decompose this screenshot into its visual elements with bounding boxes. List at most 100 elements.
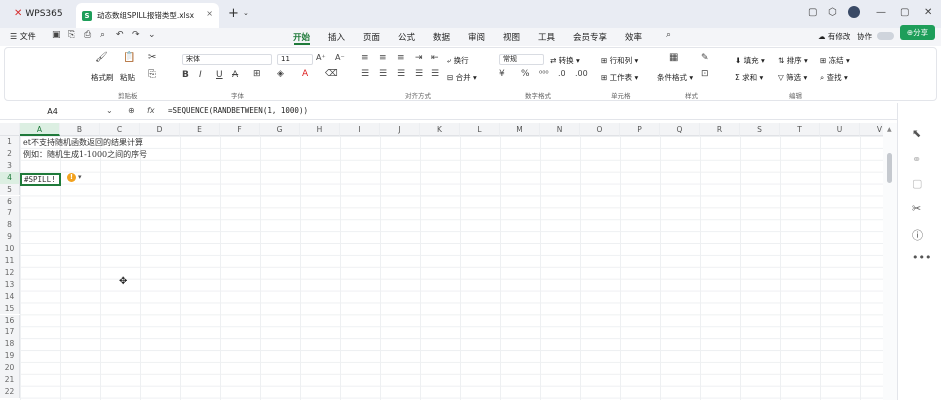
column-header-j[interactable]: J — [380, 123, 420, 136]
italic-icon[interactable]: I — [199, 70, 202, 80]
shapes-icon[interactable]: ⚭ — [912, 153, 921, 166]
font-size-select[interactable]: 11 — [277, 54, 313, 65]
row-header-9[interactable]: 9 — [0, 231, 20, 244]
align-bottom-icon[interactable]: ≡ — [397, 53, 405, 63]
align-middle-icon[interactable]: ≡ — [379, 53, 387, 63]
skin-icon[interactable]: ⬡ — [828, 7, 837, 18]
row-header-12[interactable]: 12 — [0, 266, 20, 279]
filter-button[interactable]: ▽ 筛选 ▾ — [778, 72, 807, 83]
column-header-q[interactable]: Q — [660, 123, 700, 136]
row-header-13[interactable]: 13 — [0, 278, 20, 291]
collab-label[interactable]: 协作 — [857, 31, 872, 42]
select-pointer-icon[interactable]: ⬉ — [912, 127, 921, 140]
decrease-decimal-icon[interactable]: .00 — [575, 69, 588, 78]
redo-icon[interactable]: ↷ — [132, 30, 140, 40]
undo-icon[interactable]: ↶ — [116, 30, 124, 40]
column-header-k[interactable]: K — [420, 123, 460, 136]
name-box[interactable]: A4 — [0, 103, 105, 120]
increase-decimal-icon[interactable]: .0 — [558, 69, 566, 78]
merge-button[interactable]: ⊟ 合并 ▾ — [447, 72, 477, 83]
cell-style-icon[interactable]: ✎ — [701, 53, 709, 63]
tab-home[interactable]: 开始 — [293, 31, 310, 43]
column-header-o[interactable]: O — [580, 123, 620, 136]
tab-data[interactable]: 数据 — [433, 31, 450, 43]
column-header-t[interactable]: T — [780, 123, 820, 136]
avatar[interactable] — [848, 6, 860, 18]
thousands-icon[interactable]: ⁰⁰⁰ — [539, 69, 549, 78]
row-header-14[interactable]: 14 — [0, 290, 20, 303]
select-all-corner[interactable] — [0, 123, 20, 136]
sum-button[interactable]: Σ 求和 ▾ — [735, 72, 763, 83]
cell-a4-selected[interactable]: #SPILL! — [20, 173, 61, 186]
column-header-g[interactable]: G — [260, 123, 300, 136]
column-header-h[interactable]: H — [300, 123, 340, 136]
file-menu[interactable]: ☰ 文件 — [10, 31, 36, 42]
collab-toggle[interactable] — [877, 32, 894, 40]
row-header-20[interactable]: 20 — [0, 362, 20, 374]
row-header-6[interactable]: 6 — [0, 195, 20, 208]
column-header-v[interactable]: V — [860, 123, 883, 136]
column-header-l[interactable]: L — [460, 123, 500, 136]
row-header-1[interactable]: 1 — [0, 136, 20, 148]
column-header-r[interactable]: R — [700, 123, 740, 136]
tab-insert[interactable]: 插入 — [328, 31, 345, 43]
copy-icon[interactable]: ⎘ — [148, 69, 156, 80]
sort-button[interactable]: ⇅ 排序 ▾ — [778, 55, 808, 66]
tab-formulas[interactable]: 公式 — [398, 31, 415, 43]
clear-format-icon[interactable]: ⌫ — [325, 69, 338, 79]
column-header-b[interactable]: B — [60, 123, 100, 136]
column-header-f[interactable]: F — [220, 123, 260, 136]
bold-icon[interactable]: B — [182, 70, 189, 80]
row-header-5[interactable]: 5 — [0, 183, 20, 196]
column-header-p[interactable]: P — [620, 123, 660, 136]
fill-color-icon[interactable]: ◈ — [277, 69, 284, 79]
help-icon[interactable]: ⓘ — [912, 227, 923, 243]
align-left-icon[interactable]: ☰ — [361, 69, 369, 79]
preview-icon[interactable]: ⌕ — [100, 30, 105, 40]
align-center-icon[interactable]: ☰ — [379, 69, 387, 79]
quick-access-chevron-icon[interactable]: ⌄ — [148, 30, 156, 40]
tab-member[interactable]: 会员专享 — [573, 31, 607, 43]
row-header-21[interactable]: 21 — [0, 374, 20, 386]
font-color-icon[interactable]: A — [302, 69, 308, 79]
column-header-m[interactable]: M — [500, 123, 540, 136]
row-header-19[interactable]: 19 — [0, 350, 20, 363]
save-icon[interactable]: ▣ — [52, 30, 61, 40]
strikethrough-icon[interactable]: A — [232, 70, 238, 80]
column-header-c[interactable]: C — [100, 123, 140, 136]
cell-a2[interactable]: 例如：随机生成1-1000之间的序号 — [23, 149, 147, 160]
row-header-22[interactable]: 22 — [0, 385, 20, 398]
cut-icon[interactable]: ✂ — [148, 52, 156, 63]
row-header-10[interactable]: 10 — [0, 243, 20, 255]
wrap-text-button[interactable]: ⤶ 换行 — [447, 55, 469, 66]
name-box-chevron-icon[interactable]: ⌄ — [106, 106, 113, 115]
row-header-18[interactable]: 18 — [0, 338, 20, 351]
more-icon[interactable]: ••• — [912, 251, 931, 264]
tab-page[interactable]: 页面 — [363, 31, 380, 43]
column-header-a[interactable]: A — [20, 123, 60, 136]
decrease-font-icon[interactable]: A⁻ — [335, 53, 345, 62]
row-header-4[interactable]: 4 — [0, 171, 20, 184]
row-header-8[interactable]: 8 — [0, 219, 20, 232]
justify-icon[interactable]: ☰ — [415, 69, 423, 79]
outdent-icon[interactable]: ⇤ — [431, 53, 439, 63]
tab-view[interactable]: 视图 — [503, 31, 520, 43]
table-style-icon[interactable]: ⊡ — [701, 69, 709, 79]
export-icon[interactable]: ⎘ — [68, 30, 75, 40]
tab-tools[interactable]: 工具 — [538, 31, 555, 43]
column-header-i[interactable]: I — [340, 123, 380, 136]
frame-icon[interactable]: ▢ — [912, 177, 922, 190]
row-header-16[interactable]: 16 — [0, 314, 20, 327]
row-header-7[interactable]: 7 — [0, 207, 20, 220]
share-button[interactable]: ⊕ 分享 — [900, 25, 935, 40]
document-tab[interactable]: S 动态数组SPILL报错类型.xlsx × — [76, 3, 219, 28]
column-header-n[interactable]: N — [540, 123, 580, 136]
wps-brand[interactable]: ✕ WPS365 — [14, 8, 63, 19]
column-header-u[interactable]: U — [820, 123, 860, 136]
error-options-chevron-icon[interactable]: ▾ — [78, 173, 82, 181]
scroll-up-icon[interactable]: ▲ — [887, 126, 892, 133]
paste-icon[interactable]: 📋 — [123, 52, 135, 63]
column-header-e[interactable]: E — [180, 123, 220, 136]
window-layout-icon[interactable]: ▢ — [808, 7, 817, 18]
tab-list-chevron-icon[interactable]: ⌄ — [243, 9, 249, 17]
